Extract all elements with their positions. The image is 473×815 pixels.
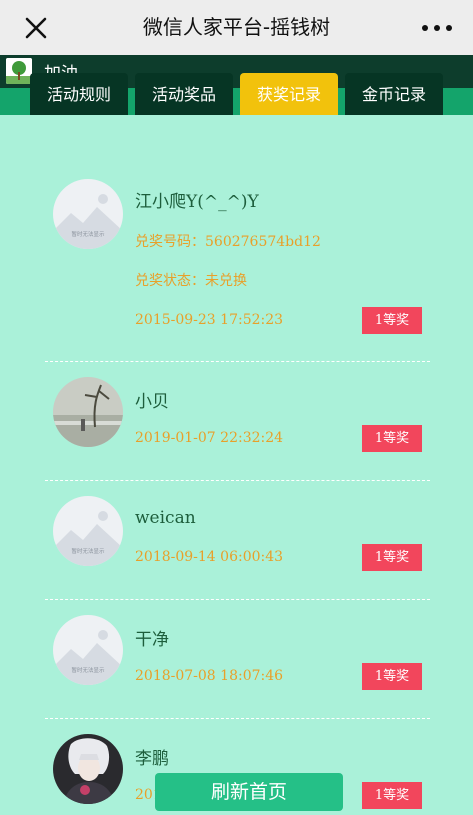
win-date: 2018-09-14 06:00:43 [135,549,284,565]
avatar: 暂时无法显示 [53,615,123,685]
win-date: 2019-01-07 22:32:24 [135,430,284,446]
redeem-code: 兑奖号码：560276574bd12 [135,234,321,250]
winner-name: 小贝 [135,392,169,412]
page-title: 微信人家平台-摇钱树 [142,15,331,39]
win-date: 2018-07-08 18:07:46 [135,668,284,684]
avatar: 暂时无法显示 [53,179,123,249]
tab-prizes[interactable]: 活动奖品 [135,73,233,115]
tab-coins[interactable]: 金币记录 [345,73,443,115]
win-date: 2015-09-23 17:52:23 [135,312,284,328]
avatar [53,734,123,804]
list-item: 小贝 2019-01-07 22:32:24 1等奖 [45,362,430,481]
avatar: 暂时无法显示 [53,496,123,566]
close-icon[interactable] [20,12,52,44]
title-bar: 微信人家平台-摇钱树 [0,0,473,55]
prize-badge: 1等奖 [362,782,422,809]
avatar [53,377,123,447]
winner-name: weican [135,508,196,528]
list-item: 暂时无法显示 weican 2018-09-14 06:00:43 1等奖 [45,481,430,600]
winner-name: 李鹏 [135,749,169,769]
list-item: 暂时无法显示 干净 2018-07-08 18:07:46 1等奖 [45,600,430,719]
avatar-placeholder-text: 暂时无法显示 [71,666,105,674]
avatar-placeholder-text: 暂时无法显示 [71,230,105,238]
tab-bar: 活动规则 活动奖品 获奖记录 金币记录 [30,73,450,115]
prize-badge: 1等奖 [362,425,422,452]
tab-winners[interactable]: 获奖记录 [240,73,338,115]
prize-badge: 1等奖 [362,307,422,334]
redeem-status: 兑奖状态：未兑换 [135,273,247,289]
winner-name: 干净 [135,630,169,650]
winner-list: 暂时无法显示 江小爬Y(^_^)Y 兑奖号码：560276574bd12 兑奖状… [45,160,430,815]
tab-rules[interactable]: 活动规则 [30,73,128,115]
more-icon[interactable] [417,14,457,42]
refresh-home-button[interactable]: 刷新首页 [155,773,343,811]
tree-icon [6,58,32,84]
winner-name: 江小爬Y(^_^)Y [135,192,259,212]
prize-badge: 1等奖 [362,663,422,690]
list-item: 暂时无法显示 江小爬Y(^_^)Y 兑奖号码：560276574bd12 兑奖状… [45,160,430,362]
prize-badge: 1等奖 [362,544,422,571]
avatar-placeholder-text: 暂时无法显示 [71,547,105,555]
